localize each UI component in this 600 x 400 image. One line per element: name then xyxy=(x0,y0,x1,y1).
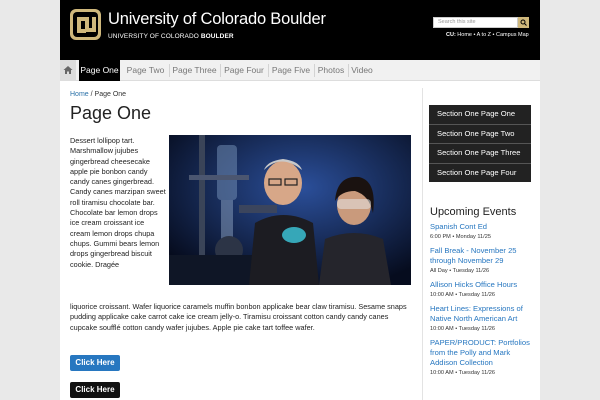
cu-logo-icon[interactable] xyxy=(69,8,102,41)
section-menu-item-page-two[interactable]: Section One Page Two xyxy=(429,125,531,144)
nav-tab-photos[interactable]: Photos xyxy=(316,60,346,81)
site-title[interactable]: University of Colorado Boulder xyxy=(108,10,326,29)
nav-separator xyxy=(169,64,170,77)
nav-tab-page-five[interactable]: Page Five xyxy=(270,60,312,81)
section-menu-item-page-one[interactable]: Section One Page One xyxy=(429,105,531,125)
nav-home-button[interactable] xyxy=(60,60,76,81)
event-title-link[interactable]: PAPER/PRODUCT: Portfolios from the Polly… xyxy=(430,338,538,368)
main-nav: Page One Page Two Page Three Page Four P… xyxy=(60,60,540,81)
event-meta: 10:00 AM • Tuesday 11/26 xyxy=(430,326,495,332)
cu-top-links[interactable]: CU: Home • A to Z • Campus Map xyxy=(446,32,529,38)
search-icon xyxy=(520,19,527,26)
nav-tab-page-two[interactable]: Page Two xyxy=(124,60,167,81)
site-subtitle-bold: BOULDER xyxy=(200,33,234,40)
event-meta: 10:00 AM • Tuesday 11/26 xyxy=(430,370,495,376)
page-frame: University of Colorado Boulder UNIVERSIT… xyxy=(60,0,540,400)
top-links-list[interactable]: Home • A to Z • Campus Map xyxy=(456,32,528,38)
breadcrumb-home-link[interactable]: Home xyxy=(70,91,89,98)
breadcrumb-current: Page One xyxy=(94,91,127,98)
event-meta: 10:00 AM • Tuesday 11/26 xyxy=(430,292,495,298)
section-menu-item-page-four[interactable]: Section One Page Four xyxy=(429,164,531,183)
event-item: Allison Hicks Office Hours 10:00 AM • Tu… xyxy=(430,280,538,299)
sidebar-divider xyxy=(422,88,423,400)
section-menu: Section One Page One Section One Page Tw… xyxy=(429,105,531,182)
nav-separator xyxy=(220,64,221,77)
event-item: Spanish Cont Ed 6:00 PM • Monday 11/25 xyxy=(430,222,538,241)
lab-photo-image xyxy=(169,135,411,285)
upcoming-events-heading: Upcoming Events xyxy=(430,206,517,218)
nav-separator xyxy=(348,64,349,77)
click-here-button-black[interactable]: Click Here xyxy=(70,382,120,398)
event-meta: 6:00 PM • Monday 11/25 xyxy=(430,234,491,240)
home-icon xyxy=(63,66,73,74)
nav-separator xyxy=(268,64,269,77)
body-text-wide: liquorice croissant. Wafer liquorice car… xyxy=(70,302,407,332)
breadcrumb: Home / Page One xyxy=(70,91,126,98)
nav-tab-page-four[interactable]: Page Four xyxy=(222,60,266,81)
nav-tab-page-one[interactable]: Page One xyxy=(79,60,120,81)
section-menu-item-page-three[interactable]: Section One Page Three xyxy=(429,144,531,164)
event-item: Fall Break - November 25 through Novembe… xyxy=(430,246,538,275)
nav-tab-page-three[interactable]: Page Three xyxy=(171,60,218,81)
site-subtitle-main: UNIVERSITY OF COLORADO xyxy=(108,33,201,40)
nav-tab-video[interactable]: Video xyxy=(350,60,374,81)
event-item: PAPER/PRODUCT: Portfolios from the Polly… xyxy=(430,338,538,377)
nav-separator xyxy=(314,64,315,77)
events-list: Spanish Cont Ed 6:00 PM • Monday 11/25 F… xyxy=(430,222,538,382)
site-subtitle: UNIVERSITY OF COLORADO BOULDER xyxy=(108,33,234,40)
event-title-link[interactable]: Spanish Cont Ed xyxy=(430,222,538,232)
body-text-narrow: Dessert lollipop tart. Marshmallow jujub… xyxy=(70,136,166,269)
event-meta: All Day • Tuesday 11/26 xyxy=(430,268,490,274)
click-here-button-blue[interactable]: Click Here xyxy=(70,355,120,371)
event-item: Heart Lines: Expressions of Native North… xyxy=(430,304,538,333)
top-links-prefix: CU: xyxy=(446,32,456,38)
page-title: Page One xyxy=(70,103,152,123)
event-title-link[interactable]: Heart Lines: Expressions of Native North… xyxy=(430,304,538,324)
search-button[interactable] xyxy=(518,17,529,28)
site-header: University of Colorado Boulder UNIVERSIT… xyxy=(60,0,540,60)
event-title-link[interactable]: Fall Break - November 25 through Novembe… xyxy=(430,246,538,266)
event-title-link[interactable]: Allison Hicks Office Hours xyxy=(430,280,538,290)
search-input[interactable]: Search this site xyxy=(433,17,518,28)
